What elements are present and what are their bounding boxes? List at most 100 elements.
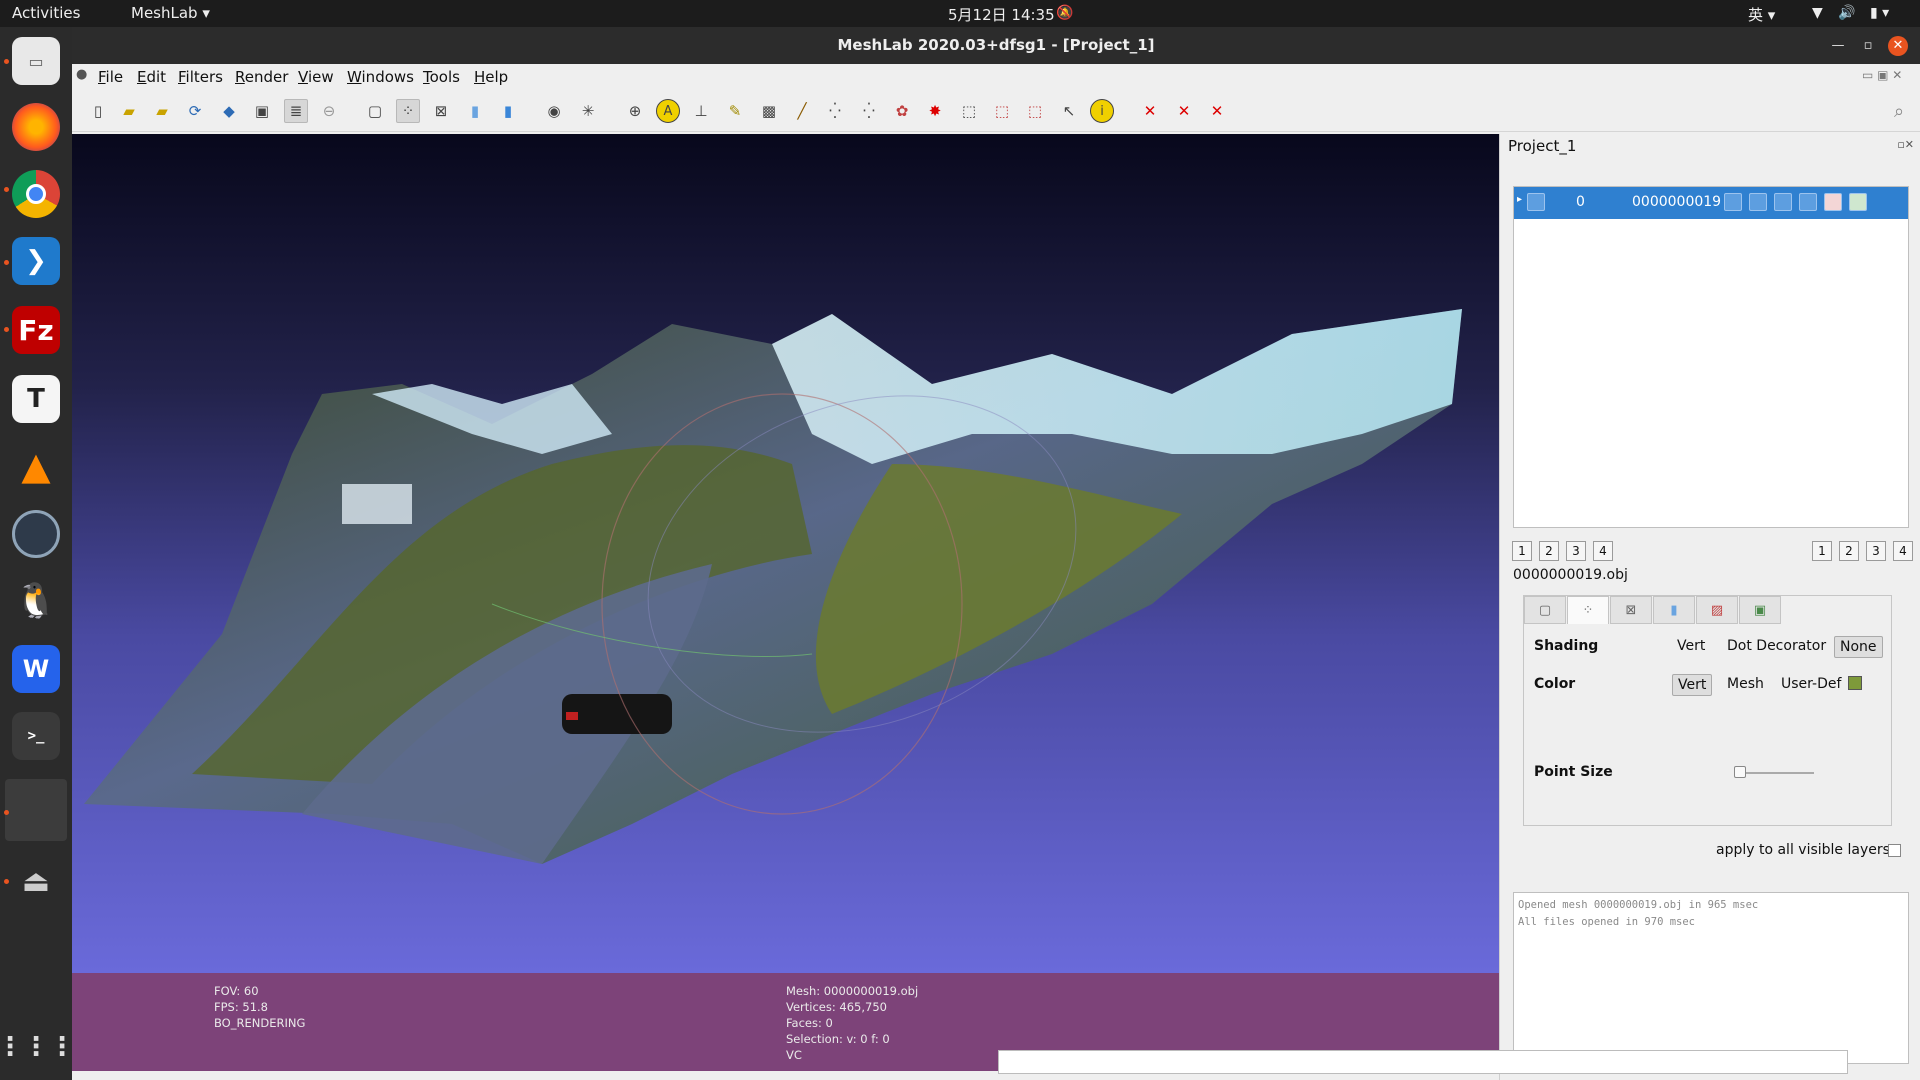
volume-icon[interactable]: 🔊: [1838, 5, 1855, 21]
right-view-1[interactable]: 1: [1812, 541, 1832, 561]
cursor-icon[interactable]: ↖: [1057, 99, 1081, 123]
battery-icon[interactable]: ▮ ▾: [1870, 5, 1889, 21]
layer-texture-icon[interactable]: [1824, 193, 1842, 211]
apply-all-checkbox[interactable]: [1888, 844, 1901, 857]
color-icon[interactable]: ✿: [890, 99, 914, 123]
right-view-4[interactable]: 4: [1893, 541, 1913, 561]
expand-arrow-icon[interactable]: ▸: [1517, 194, 1522, 205]
left-view-4[interactable]: 4: [1593, 541, 1613, 561]
color-vert-option[interactable]: Vert: [1672, 674, 1713, 696]
import-mesh-icon[interactable]: ▰: [150, 99, 174, 123]
smooth-render-icon[interactable]: ▮: [496, 99, 520, 123]
wifi-icon[interactable]: ▼: [1812, 5, 1823, 21]
georef-icon[interactable]: ✸: [923, 99, 947, 123]
shading-vert-option[interactable]: Vert: [1672, 636, 1710, 656]
color-swatch[interactable]: [1848, 676, 1862, 690]
point-size-slider-track[interactable]: [1734, 772, 1814, 774]
vscode-icon[interactable]: ❯: [12, 237, 60, 285]
wps-icon[interactable]: W: [12, 645, 60, 693]
usb-drive-icon[interactable]: ⏏: [12, 857, 60, 905]
chrome-icon[interactable]: [12, 170, 60, 218]
show-apps-icon[interactable]: ⋮⋮⋮: [0, 1023, 75, 1071]
snapshot-icon[interactable]: ▣: [250, 99, 274, 123]
pick-icon[interactable]: ✎: [723, 99, 747, 123]
menu-windows[interactable]: Windows: [347, 68, 414, 86]
menu-tools[interactable]: Tools: [423, 68, 460, 86]
point-cloud-render[interactable]: [72, 134, 1499, 974]
firefox-icon[interactable]: [12, 103, 60, 151]
menu-filters[interactable]: Filters: [178, 68, 223, 86]
log-window[interactable]: Opened mesh 0000000019.obj in 965 msec A…: [1513, 892, 1909, 1064]
activities-button[interactable]: Activities: [12, 4, 80, 22]
flat-render-icon[interactable]: ▮: [463, 99, 487, 123]
bbox-icon[interactable]: ▢: [363, 99, 387, 123]
left-view-2[interactable]: 2: [1539, 541, 1559, 561]
save-icon[interactable]: ◆: [217, 99, 241, 123]
light-icon[interactable]: ◉: [542, 99, 566, 123]
panel-float-close[interactable]: ▫✕: [1897, 138, 1914, 151]
info-icon[interactable]: i: [1090, 99, 1114, 123]
tab-wireframe[interactable]: ⊠: [1610, 596, 1652, 624]
system-monitor-icon[interactable]: [12, 510, 60, 558]
right-view-2[interactable]: 2: [1839, 541, 1859, 561]
layer-decorator-icon[interactable]: [1849, 193, 1867, 211]
visibility-eye-icon[interactable]: [1527, 193, 1545, 211]
reload-icon[interactable]: ⟳: [183, 99, 207, 123]
wireframe-icon[interactable]: ⊠: [429, 99, 453, 123]
files-icon[interactable]: ▭: [12, 37, 60, 85]
new-project-icon[interactable]: ▯: [86, 99, 110, 123]
select-rect-icon[interactable]: ⬚: [957, 99, 981, 123]
menu-file[interactable]: File: [98, 68, 123, 86]
close-button[interactable]: ✕: [1888, 36, 1908, 56]
points-render-icon[interactable]: ⁘: [396, 99, 420, 123]
clock[interactable]: 5月12日 14:35: [948, 4, 1055, 25]
app-menu[interactable]: MeshLab ▾: [131, 4, 210, 22]
delete-faces-icon[interactable]: ✕: [1172, 99, 1196, 123]
tab-solid[interactable]: ▮: [1653, 596, 1695, 624]
vlc-icon[interactable]: ▲: [12, 442, 60, 490]
3d-viewport[interactable]: [72, 134, 1499, 974]
menu-view[interactable]: View: [298, 68, 334, 86]
color-mesh-option[interactable]: Mesh: [1722, 674, 1769, 694]
color-userdef-option[interactable]: User-Def: [1776, 674, 1846, 694]
layer-row[interactable]: ▸ 0 0000000019: [1514, 187, 1908, 219]
menu-render[interactable]: Render: [235, 68, 288, 86]
measure-icon[interactable]: ⊥: [689, 99, 713, 123]
shading-none-option[interactable]: None: [1834, 636, 1883, 658]
tab-bbox[interactable]: ▢: [1524, 596, 1566, 624]
menu-help[interactable]: Help: [474, 68, 508, 86]
minimize-button[interactable]: —: [1828, 36, 1848, 56]
select-faces-icon[interactable]: ⁛: [857, 99, 881, 123]
delete-sel-icon[interactable]: ⬚: [1023, 99, 1047, 123]
delete-all-icon[interactable]: ✕: [1205, 99, 1229, 123]
select-conn-icon[interactable]: ⬚: [990, 99, 1014, 123]
layer-points-icon[interactable]: [1749, 193, 1767, 211]
layer-solid-icon[interactable]: [1799, 193, 1817, 211]
running-app-icon[interactable]: [5, 779, 67, 841]
paint-icon[interactable]: ╱: [790, 99, 814, 123]
select-vertices-icon[interactable]: ⁛: [823, 99, 847, 123]
align-icon[interactable]: ▩: [757, 99, 781, 123]
axis-icon[interactable]: ✳: [576, 99, 600, 123]
right-view-3[interactable]: 3: [1866, 541, 1886, 561]
layers-panel-icon[interactable]: ≣: [284, 99, 308, 123]
filezilla-icon[interactable]: Fz: [12, 306, 60, 354]
show-raster-icon[interactable]: ⊖: [317, 99, 341, 123]
point-size-slider-handle[interactable]: [1734, 766, 1746, 778]
menu-edit[interactable]: Edit: [137, 68, 166, 86]
window-titlebar[interactable]: MeshLab 2020.03+dfsg1 - [Project_1] — ▫ …: [72, 27, 1920, 64]
search-icon[interactable]: ⌕: [1887, 99, 1911, 123]
layer-wire-icon[interactable]: [1774, 193, 1792, 211]
delete-vertices-icon[interactable]: ✕: [1138, 99, 1162, 123]
layer-list[interactable]: ▸ 0 0000000019: [1513, 186, 1909, 528]
left-view-3[interactable]: 3: [1566, 541, 1586, 561]
annotation-icon[interactable]: A: [656, 99, 680, 123]
left-view-1[interactable]: 1: [1512, 541, 1532, 561]
app-system-icon[interactable]: ●: [76, 67, 87, 82]
open-project-icon[interactable]: ▰: [117, 99, 141, 123]
mdi-controls[interactable]: ▭ ▣ ✕: [1862, 68, 1902, 82]
trackball-icon[interactable]: ⊕: [623, 99, 647, 123]
layer-bbox-icon[interactable]: [1724, 193, 1742, 211]
shading-dot-decorator-option[interactable]: Dot Decorator: [1722, 636, 1831, 656]
terminal-icon[interactable]: >_: [12, 712, 60, 760]
